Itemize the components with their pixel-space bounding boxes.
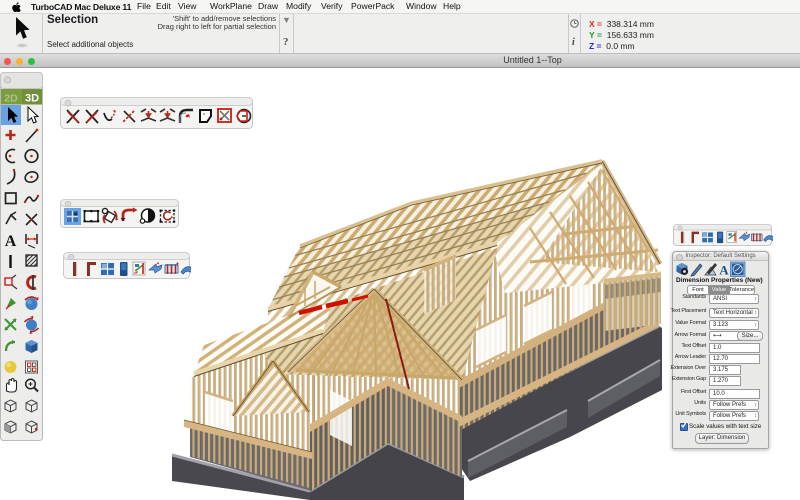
svg-text:A: A <box>719 263 729 278</box>
svg-text:A: A <box>5 233 17 250</box>
svg-text:3D: 3D <box>25 93 39 105</box>
svg-text:2D: 2D <box>4 93 18 105</box>
